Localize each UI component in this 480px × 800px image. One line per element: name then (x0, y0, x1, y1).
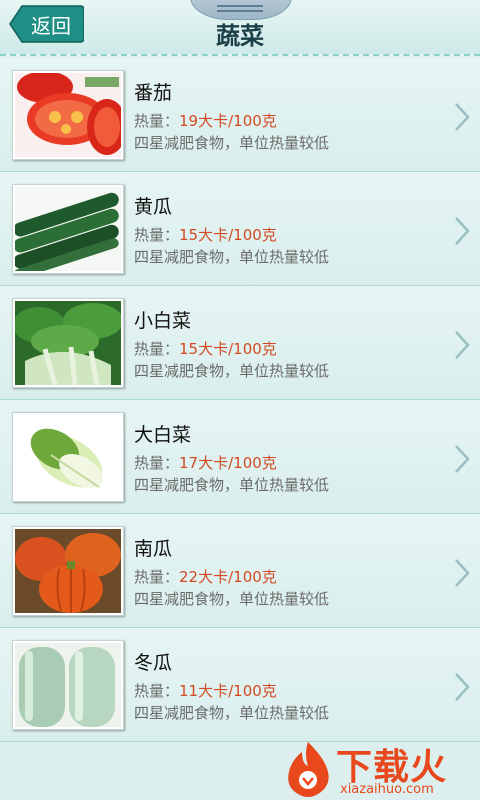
item-description: 四星减肥食物，单位热量较低 (134, 248, 330, 266)
list-item[interactable]: 小白菜 热量：15大卡/100克 四星减肥食物，单位热量较低 (0, 286, 480, 400)
item-calories: 热量：17大卡/100克 (134, 454, 277, 472)
watermark-url: xiazaihuo.com (340, 782, 434, 797)
winter-melon-image (12, 640, 124, 730)
pumpkin-image (12, 526, 124, 616)
list-item[interactable]: 番茄 热量：19大卡/100克 四星减肥食物，单位热量较低 (0, 58, 480, 172)
bok-choy-image (12, 298, 124, 388)
item-name: 小白菜 (134, 310, 192, 332)
list-item[interactable]: 冬瓜 热量：11大卡/100克 四星减肥食物，单位热量较低 (0, 628, 480, 742)
item-name: 黄瓜 (134, 196, 173, 218)
item-description: 四星减肥食物，单位热量较低 (134, 362, 330, 380)
item-calories: 热量：15大卡/100克 (134, 226, 277, 244)
vegetable-list: 番茄 热量：19大卡/100克 四星减肥食物，单位热量较低 黄瓜 热量：15大卡… (0, 58, 480, 742)
chevron-right-icon (455, 445, 470, 473)
flame-logo-icon (288, 742, 329, 797)
header-bar: 返回 蔬菜 (0, 0, 480, 56)
chevron-right-icon (455, 217, 470, 245)
chevron-right-icon (455, 331, 470, 359)
item-calories: 热量：22大卡/100克 (134, 568, 277, 586)
item-description: 四星减肥食物，单位热量较低 (134, 704, 330, 722)
item-calories: 热量：11大卡/100克 (134, 682, 277, 700)
item-name: 冬瓜 (134, 652, 173, 674)
napa-cabbage-image (12, 412, 124, 502)
chevron-right-icon (455, 559, 470, 587)
item-name: 大白菜 (134, 424, 192, 446)
item-calories: 热量：19大卡/100克 (134, 112, 277, 130)
cucumber-image (12, 184, 124, 274)
list-item[interactable]: 黄瓜 热量：15大卡/100克 四星减肥食物，单位热量较低 (0, 172, 480, 286)
item-name: 番茄 (134, 82, 173, 104)
list-item[interactable]: 南瓜 热量：22大卡/100克 四星减肥食物，单位热量较低 (0, 514, 480, 628)
chevron-right-icon (455, 673, 470, 701)
item-description: 四星减肥食物，单位热量较低 (134, 590, 330, 608)
item-calories: 热量：15大卡/100克 (134, 340, 277, 358)
tomato-image (12, 70, 124, 160)
item-description: 四星减肥食物，单位热量较低 (134, 476, 330, 494)
item-name: 南瓜 (134, 538, 173, 560)
item-description: 四星减肥食物，单位热量较低 (134, 134, 330, 152)
watermark: 下载火 xiazaihuo.com (280, 738, 480, 800)
page-title: 蔬菜 (216, 22, 264, 50)
chevron-right-icon (455, 103, 470, 131)
list-item[interactable]: 大白菜 热量：17大卡/100克 四星减肥食物，单位热量较低 (0, 400, 480, 514)
